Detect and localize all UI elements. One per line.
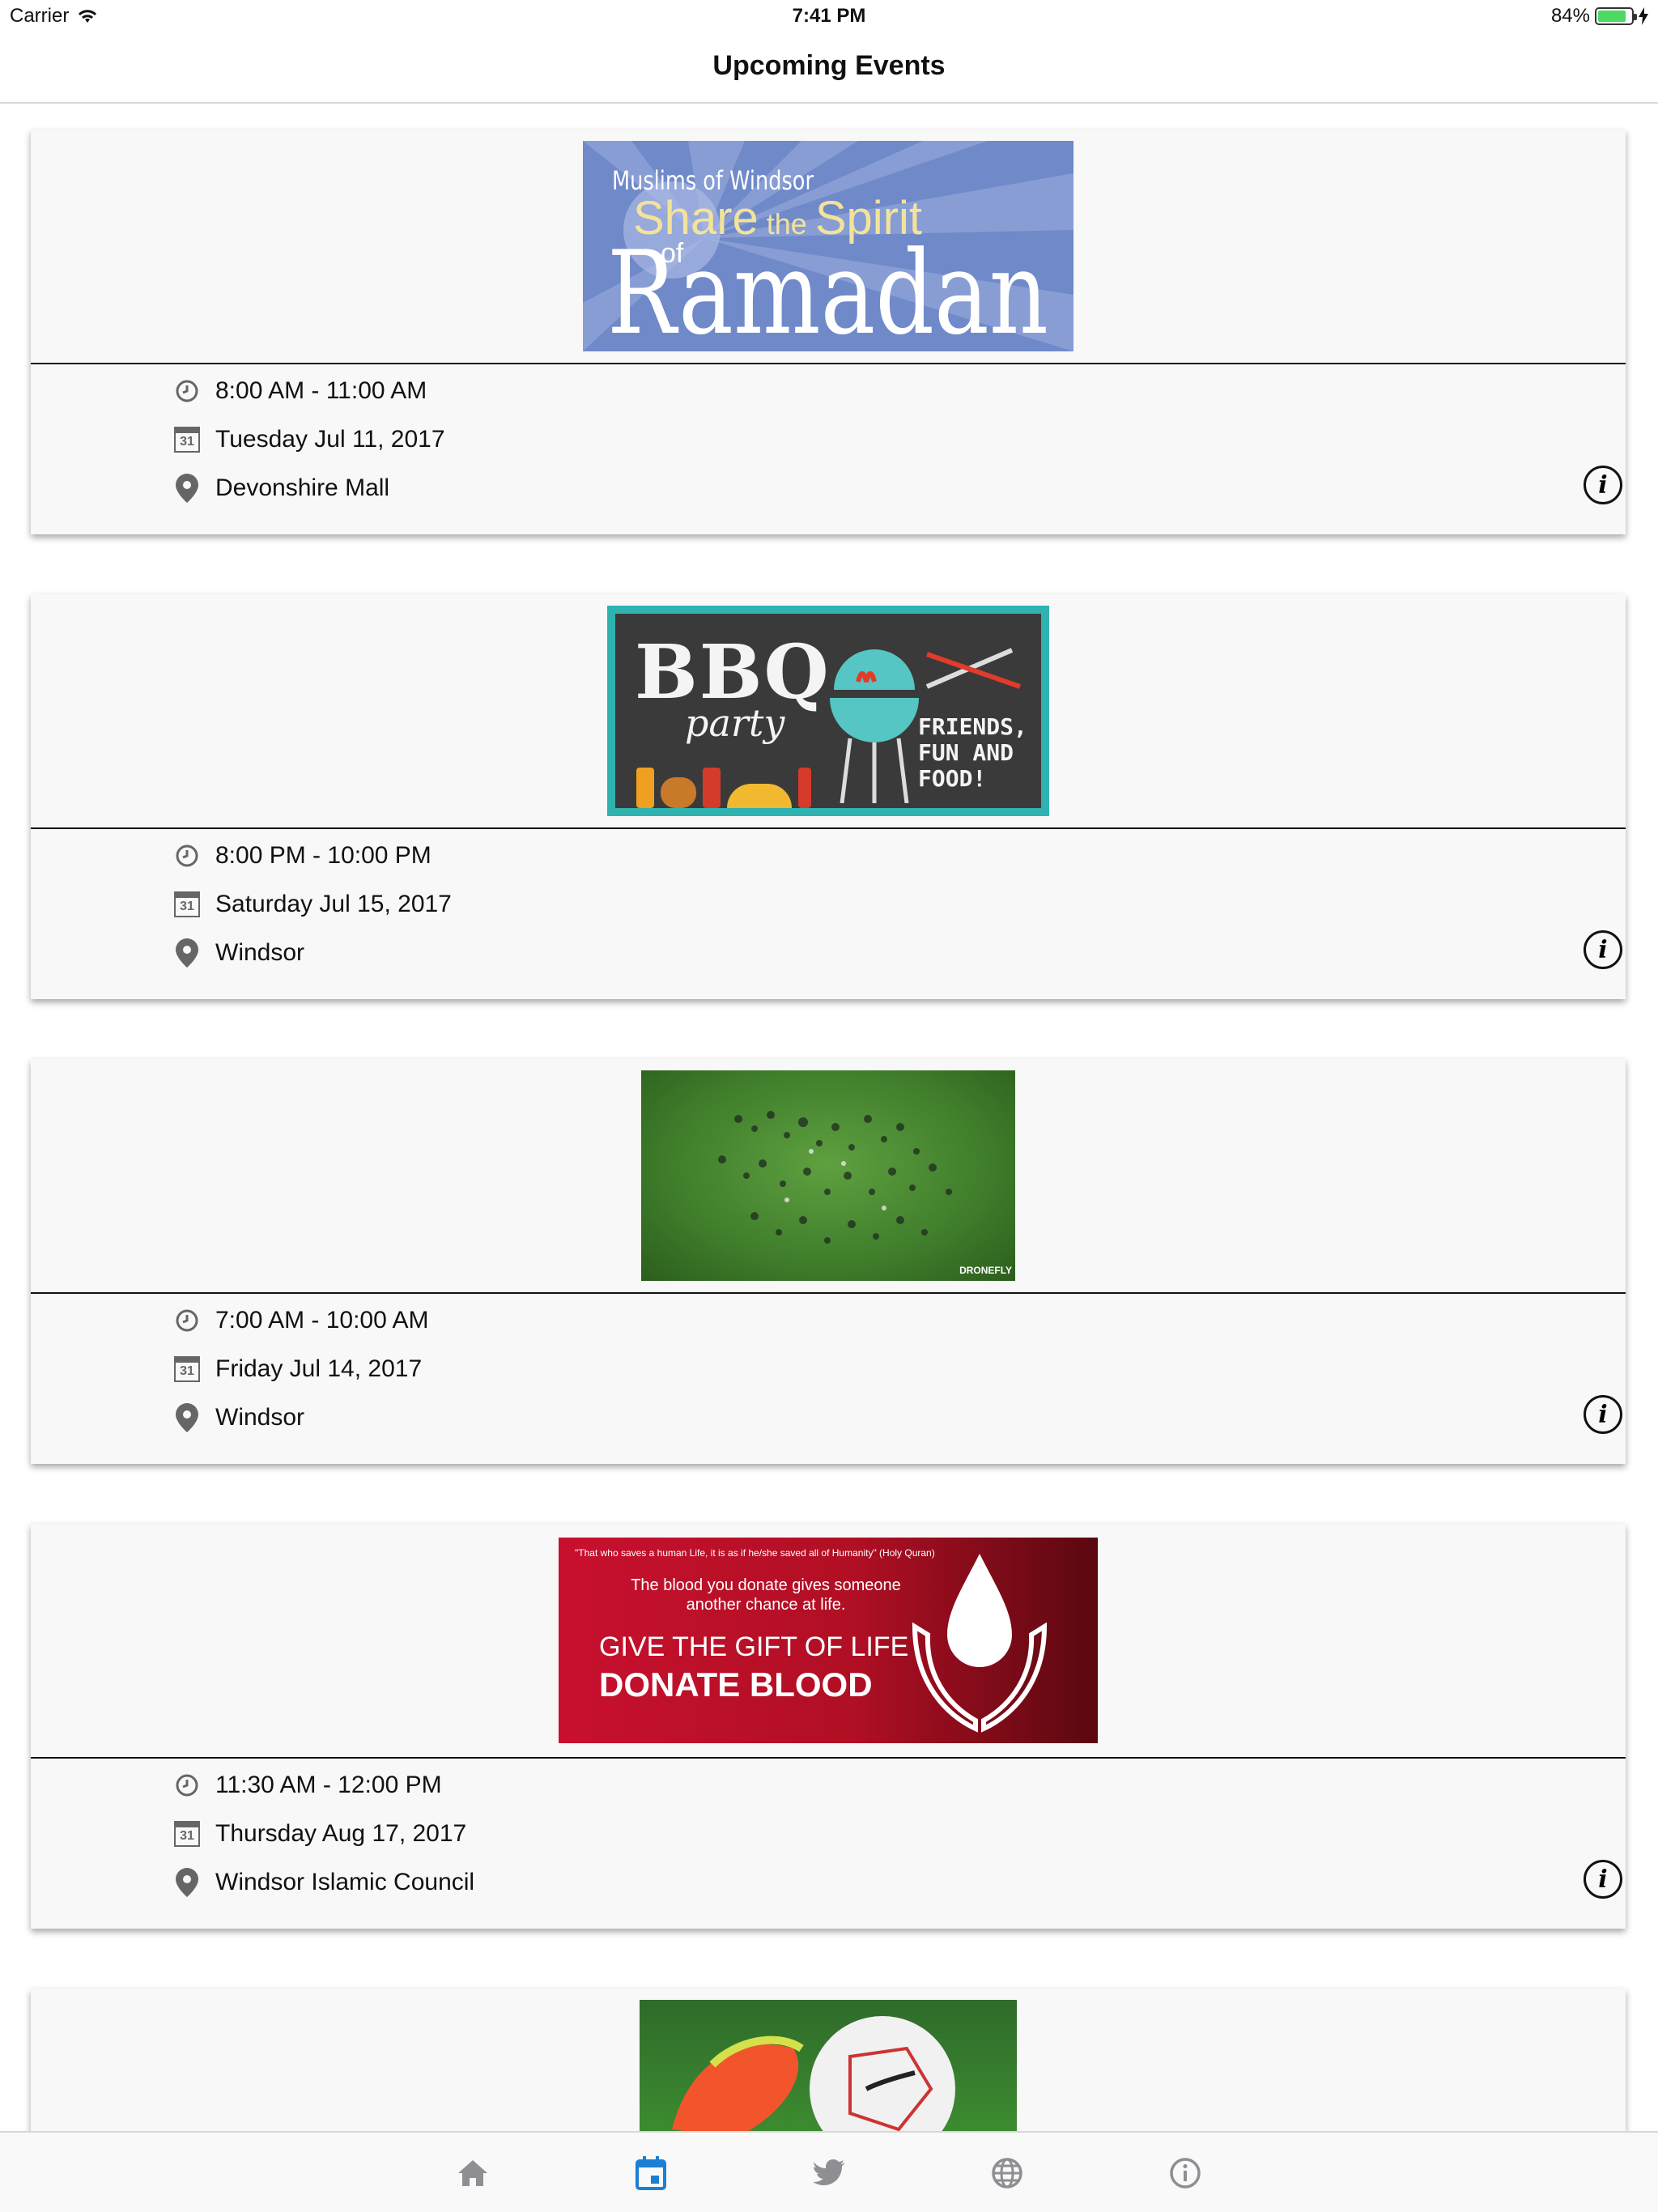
event-date: Tuesday Jul 11, 2017 — [215, 426, 445, 453]
event-card[interactable]: DRONEFLY 7:00 AM - 10:00 AM 31 Friday Ju… — [31, 1059, 1626, 1464]
location-pin-icon — [176, 1868, 198, 1897]
location-pin-icon — [176, 474, 198, 503]
event-details: 11:30 AM - 12:00 PM 31 Thursday Aug 17, … — [31, 1759, 1626, 1929]
event-banner[interactable]: DRONEFLY — [31, 1059, 1626, 1294]
battery-icon — [1595, 7, 1637, 25]
tab-calendar[interactable] — [628, 2150, 674, 2196]
crowd-aerial-image: DRONEFLY — [641, 1070, 1015, 1281]
banner-line-1: The blood you donate gives someone — [631, 1576, 901, 1594]
donate-blood-banner-image: "That who saves a human Life, it is as i… — [559, 1538, 1098, 1743]
event-time-row: 7:00 AM - 10:00 AM — [173, 1307, 428, 1334]
location-pin-icon — [176, 1403, 198, 1432]
bbq-banner-image: BBQ party FRIENDS, FUN AND FOOD! — [607, 606, 1049, 816]
page-title: Upcoming Events — [712, 50, 946, 81]
tab-home[interactable] — [450, 2150, 495, 2196]
event-time: 8:00 PM - 10:00 PM — [215, 842, 432, 869]
event-time: 8:00 AM - 11:00 AM — [215, 377, 427, 404]
calendar-icon: 31 — [173, 1820, 201, 1848]
calendar-icon-day: 31 — [174, 1827, 200, 1847]
navigation-bar: Upcoming Events — [0, 32, 1658, 104]
calendar-icon: 31 — [173, 426, 201, 453]
event-date: Thursday Aug 17, 2017 — [215, 1820, 467, 1847]
event-card[interactable]: "That who saves a human Life, it is as i… — [31, 1524, 1626, 1929]
tab-twitter[interactable] — [806, 2150, 852, 2196]
crowd-graphic — [718, 1111, 952, 1244]
event-location-row: Windsor Islamic Council — [173, 1868, 475, 1897]
location-pin-icon — [176, 938, 198, 968]
event-info-button[interactable]: i — [1584, 466, 1622, 504]
event-card[interactable] — [31, 1989, 1626, 2131]
event-time: 11:30 AM - 12:00 PM — [215, 1772, 442, 1798]
clock-icon — [176, 1774, 198, 1797]
status-time: 7:41 PM — [792, 5, 866, 27]
calendar-icon-day: 31 — [174, 898, 200, 917]
battery-fill — [1598, 11, 1626, 22]
event-date: Friday Jul 14, 2017 — [215, 1355, 423, 1382]
condiments-graphic — [636, 768, 811, 808]
event-date-row: 31 Saturday Jul 15, 2017 — [173, 891, 452, 918]
event-location: Windsor — [215, 1404, 305, 1431]
clock-icon — [176, 844, 198, 867]
event-time-row: 8:00 AM - 11:00 AM — [173, 377, 427, 405]
charging-bolt-icon — [1639, 7, 1648, 25]
event-list[interactable]: Muslims of Windsor Share the Spirit of R… — [0, 105, 1658, 2131]
battery-percent: 84% — [1550, 5, 1590, 27]
globe-icon — [992, 2158, 1022, 2189]
clock-icon — [176, 1309, 198, 1332]
status-bar: Carrier 7:41 PM 84% — [0, 0, 1658, 32]
info-icon — [1170, 2158, 1201, 2189]
soccer-banner-image — [640, 2000, 1017, 2131]
event-banner[interactable]: BBQ party FRIENDS, FUN AND FOOD! — [31, 594, 1626, 829]
banner-line-2: another chance at life. — [686, 1596, 846, 1614]
event-location-row: Devonshire Mall — [173, 474, 390, 503]
event-banner[interactable] — [31, 1989, 1626, 2131]
event-location: Windsor Islamic Council — [215, 1869, 475, 1895]
event-banner[interactable]: "That who saves a human Life, it is as i… — [31, 1524, 1626, 1759]
event-time: 7:00 AM - 10:00 AM — [215, 1307, 429, 1334]
event-details: 7:00 AM - 10:00 AM 31 Friday Jul 14, 201… — [31, 1294, 1626, 1464]
calendar-icon: 31 — [173, 1355, 201, 1383]
event-info-button[interactable]: i — [1584, 1395, 1622, 1434]
ramadan-banner-image: Muslims of Windsor Share the Spirit of R… — [583, 141, 1073, 351]
event-info-button[interactable]: i — [1584, 1860, 1622, 1899]
banner-ramadan-word: Ramadan — [607, 227, 1048, 351]
tab-web[interactable] — [984, 2150, 1030, 2196]
banner-donate-line: DONATE BLOOD — [599, 1665, 873, 1704]
event-card[interactable]: BBQ party FRIENDS, FUN AND FOOD! 8:00 PM… — [31, 594, 1626, 999]
event-location: Windsor — [215, 939, 305, 966]
soccer-graphic — [672, 2016, 955, 2131]
event-details: 8:00 AM - 11:00 AM 31 Tuesday Jul 11, 20… — [31, 364, 1626, 534]
event-date-row: 31 Tuesday Jul 11, 2017 — [173, 426, 445, 453]
banner-watermark: DRONEFLY — [959, 1265, 1012, 1276]
banner-gift-line: GIVE THE GIFT OF LIFE — [599, 1631, 909, 1662]
event-location-row: Windsor — [173, 1403, 305, 1432]
tab-about[interactable] — [1163, 2150, 1208, 2196]
event-date: Saturday Jul 15, 2017 — [215, 891, 452, 917]
calendar-icon: 31 — [173, 891, 201, 918]
event-date-row: 31 Friday Jul 14, 2017 — [173, 1355, 422, 1383]
home-icon — [458, 2160, 487, 2186]
battery-group: 84% — [1551, 5, 1648, 28]
banner-party-word: party — [685, 701, 785, 745]
clock-icon — [176, 380, 198, 402]
banner-tagline: FRIENDS, FUN AND FOOD! — [918, 713, 1027, 792]
calendar-icon — [636, 2156, 666, 2190]
blood-drop-hands-graphic — [912, 1554, 1048, 1733]
twitter-icon — [813, 2159, 845, 2185]
utensils-graphic — [925, 648, 1021, 689]
event-time-row: 11:30 AM - 12:00 PM — [173, 1772, 442, 1799]
event-date-row: 31 Thursday Aug 17, 2017 — [173, 1820, 466, 1848]
event-location-row: Windsor — [173, 938, 305, 968]
event-time-row: 8:00 PM - 10:00 PM — [173, 842, 432, 870]
event-location: Devonshire Mall — [215, 474, 390, 501]
grill-graphic — [830, 649, 919, 803]
calendar-icon-day: 31 — [174, 1363, 200, 1382]
tab-bar — [0, 2131, 1658, 2212]
event-details: 8:00 PM - 10:00 PM 31 Saturday Jul 15, 2… — [31, 829, 1626, 999]
calendar-icon-day: 31 — [174, 433, 200, 453]
event-card[interactable]: Muslims of Windsor Share the Spirit of R… — [31, 130, 1626, 534]
event-banner[interactable]: Muslims of Windsor Share the Spirit of R… — [31, 130, 1626, 364]
event-info-button[interactable]: i — [1584, 930, 1622, 969]
